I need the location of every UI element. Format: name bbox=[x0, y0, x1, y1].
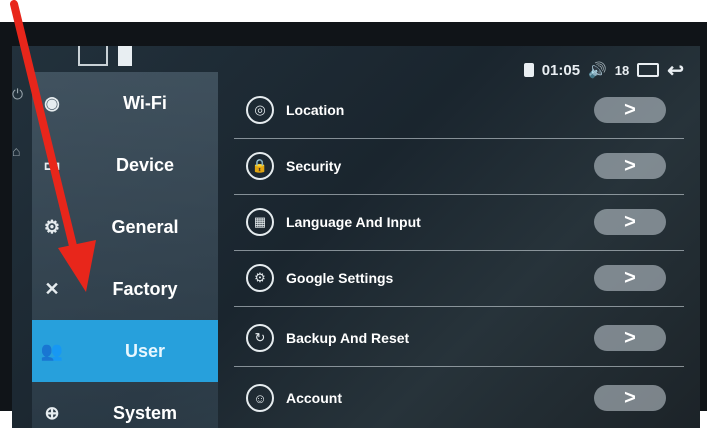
row-label: Google Settings bbox=[286, 270, 394, 286]
device-icon: ▭ bbox=[43, 154, 61, 175]
app-icon bbox=[118, 46, 132, 66]
row-label: Language And Input bbox=[286, 214, 421, 230]
sidebar-item-label: System bbox=[112, 402, 178, 423]
chevron-right-button[interactable]: > bbox=[594, 325, 666, 351]
sidebar-item-label: User bbox=[124, 340, 166, 361]
chevron-right-button[interactable]: > bbox=[594, 153, 666, 179]
globe-icon: ⊕ bbox=[44, 402, 60, 423]
chevron-right-button[interactable]: > bbox=[594, 265, 666, 291]
sidebar-item-label: Wi-Fi bbox=[123, 92, 167, 113]
settings-row-google[interactable]: ⚙ Google Settings > bbox=[234, 250, 684, 307]
home-outline-icon[interactable]: ⌂ bbox=[12, 143, 32, 159]
volume-level: 18 bbox=[614, 62, 630, 78]
chevron-right-button[interactable]: > bbox=[594, 209, 666, 235]
settings-row-backup[interactable]: ↻ Backup And Reset > bbox=[234, 310, 684, 367]
backup-icon: ↻ bbox=[246, 324, 274, 352]
settings-row-security[interactable]: 🔒 Security > bbox=[234, 138, 684, 195]
sim-icon bbox=[523, 63, 534, 77]
home-icon bbox=[78, 46, 108, 66]
settings-row-location[interactable]: ◎ Location > bbox=[234, 82, 684, 139]
wifi-icon: ◉ bbox=[44, 92, 60, 113]
sidebar-item-label: Device bbox=[115, 154, 175, 175]
account-icon: ☺ bbox=[246, 384, 274, 412]
user-icon: 👥 bbox=[40, 340, 64, 361]
power-icon[interactable]: ⏻ bbox=[12, 86, 32, 103]
location-icon: ◎ bbox=[246, 96, 274, 124]
chevron-right-button[interactable]: > bbox=[594, 97, 666, 123]
keyboard-icon: ▦ bbox=[246, 208, 274, 236]
back-arrow-icon[interactable]: ↩ bbox=[667, 58, 684, 83]
lock-icon: 🔒 bbox=[246, 152, 274, 180]
row-label: Backup And Reset bbox=[286, 330, 410, 346]
row-label: Account bbox=[286, 390, 342, 406]
settings-row-language[interactable]: ▦ Language And Input > bbox=[234, 194, 684, 251]
chevron-right-button[interactable]: > bbox=[594, 385, 666, 411]
settings-sidebar: ◉ Wi-Fi ▭ Device ⚙ General ✕ Factory 👥 U… bbox=[32, 72, 218, 428]
sidebar-item-system[interactable]: ⊕ System bbox=[32, 382, 218, 428]
google-settings-icon: ⚙ bbox=[246, 264, 274, 292]
status-bar: 01:05 🔊 18 ↩ bbox=[523, 58, 684, 83]
device-bezel: ⏻ ⌂ 01:05 🔊 18 ↩ ◉ Wi-Fi ▭ Device ⚙ Gene… bbox=[0, 22, 707, 428]
speaker-icon[interactable]: 🔊 bbox=[588, 61, 607, 79]
sidebar-item-wifi[interactable]: ◉ Wi-Fi bbox=[32, 72, 218, 134]
sidebar-item-general[interactable]: ⚙ General bbox=[32, 196, 218, 258]
photo-frame: ⏻ ⌂ 01:05 🔊 18 ↩ ◉ Wi-Fi ▭ Device ⚙ Gene… bbox=[0, 0, 707, 428]
clock: 01:05 bbox=[541, 61, 581, 79]
sidebar-item-device[interactable]: ▭ Device bbox=[32, 134, 218, 196]
side-system-icons: ⏻ ⌂ bbox=[12, 86, 32, 199]
row-label: Security bbox=[286, 158, 342, 174]
sidebar-item-factory[interactable]: ✕ Factory bbox=[32, 258, 218, 320]
sidebar-item-user[interactable]: 👥 User bbox=[32, 320, 218, 382]
sidebar-item-label: Factory bbox=[112, 278, 178, 299]
head-unit-screen: ⏻ ⌂ 01:05 🔊 18 ↩ ◉ Wi-Fi ▭ Device ⚙ Gene… bbox=[12, 46, 700, 428]
row-label: Location bbox=[286, 102, 345, 118]
top-partial-icons bbox=[72, 46, 152, 72]
gear-icon: ⚙ bbox=[43, 216, 61, 237]
settings-row-account[interactable]: ☺ Account > bbox=[234, 370, 684, 426]
sidebar-item-label: General bbox=[111, 216, 179, 237]
window-icon[interactable] bbox=[637, 63, 660, 77]
tools-icon: ✕ bbox=[44, 278, 60, 299]
